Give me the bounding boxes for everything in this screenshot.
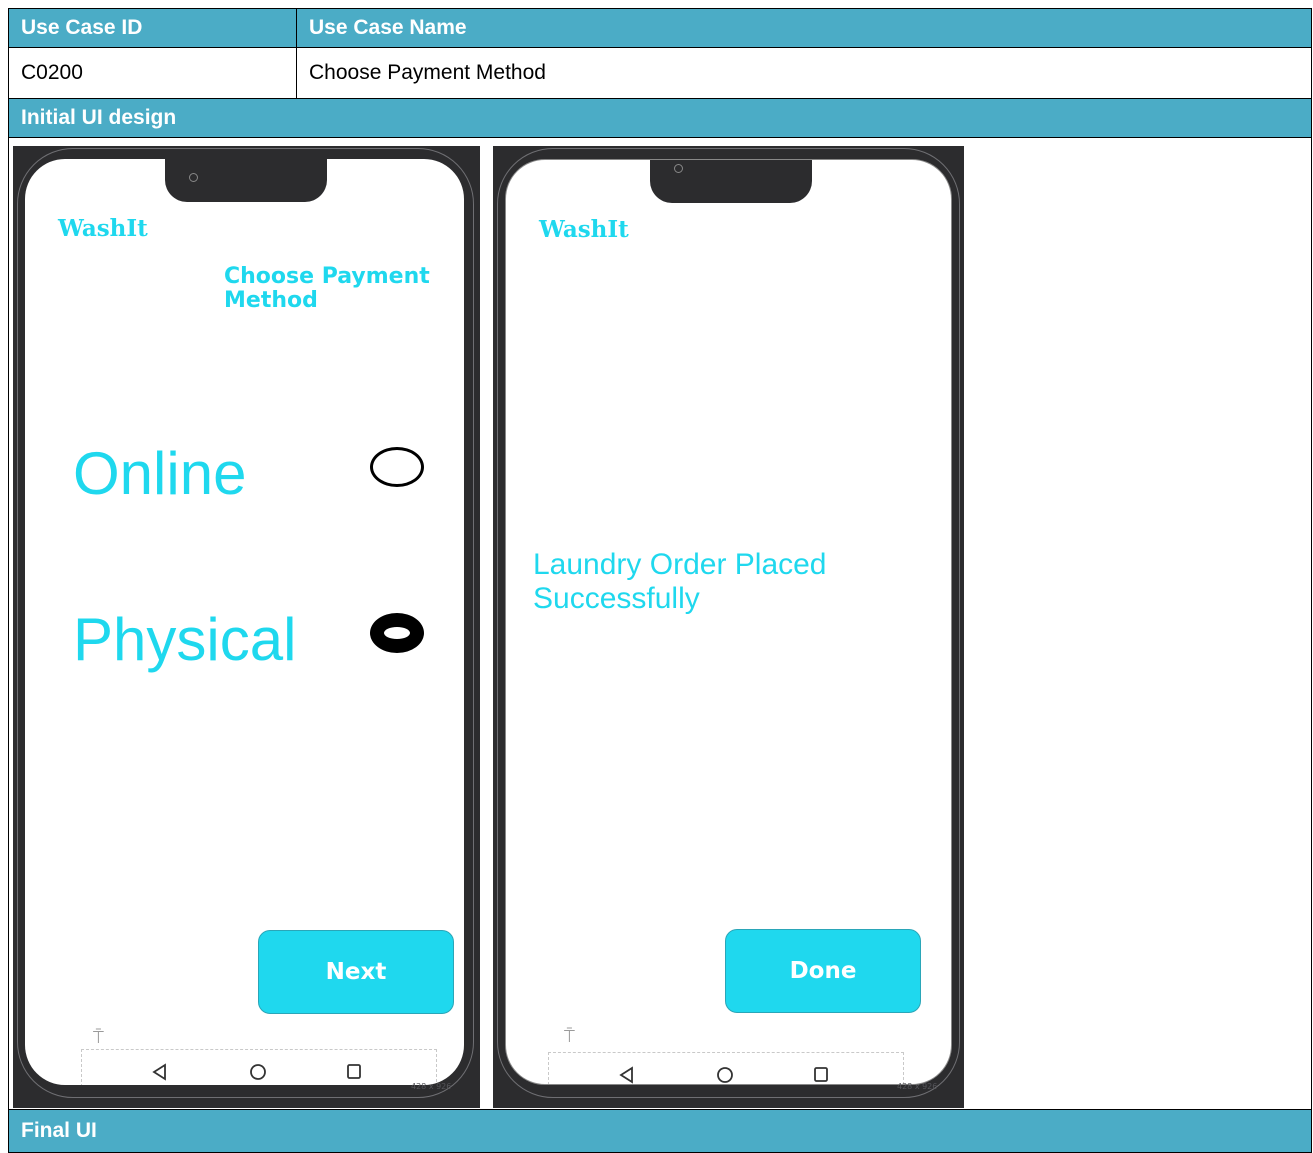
success-message: Laundry Order Placed Successfully bbox=[533, 548, 827, 616]
recents-square-icon[interactable] bbox=[346, 1063, 362, 1081]
brand-logo: WashIt bbox=[58, 215, 148, 242]
done-button[interactable]: Done bbox=[725, 929, 921, 1013]
initial-ui-header: Initial UI design bbox=[8, 98, 1312, 138]
success-message-line2: Successfully bbox=[533, 582, 700, 615]
size-label: 428 x 926 bbox=[897, 1082, 938, 1091]
use-case-document: Use Case ID Use Case Name C0200 Choose P… bbox=[8, 8, 1312, 1153]
use-case-name-value: Choose Payment Method bbox=[296, 48, 1311, 98]
android-nav-bar bbox=[548, 1052, 904, 1084]
mockup-order-placed: WashIt Laundry Order Placed Successfully… bbox=[493, 146, 964, 1108]
radio-selected-icon[interactable] bbox=[370, 613, 424, 653]
recents-square-icon[interactable] bbox=[813, 1066, 829, 1084]
phone-notch bbox=[650, 160, 812, 203]
page-title-line1: Choose Payment bbox=[224, 264, 430, 289]
size-label: 428 x 926 bbox=[411, 1082, 452, 1091]
back-triangle-icon[interactable] bbox=[619, 1066, 635, 1084]
success-message-line1: Laundry Order Placed bbox=[533, 548, 827, 581]
pin-icon: ⍑ bbox=[93, 1027, 104, 1047]
home-circle-icon[interactable] bbox=[716, 1066, 734, 1084]
page-title-line2: Method bbox=[224, 288, 318, 313]
use-case-id-value: C0200 bbox=[21, 61, 83, 84]
next-button[interactable]: Next bbox=[258, 930, 454, 1014]
initial-ui-images-cell: WashIt Choose Payment Method Online Phys… bbox=[8, 137, 1312, 1110]
page-title: Choose Payment Method bbox=[224, 265, 430, 313]
table-header-row: Use Case ID Use Case Name bbox=[8, 8, 1312, 48]
phone-screen: WashIt Laundry Order Placed Successfully… bbox=[505, 159, 952, 1085]
radio-empty-icon[interactable] bbox=[370, 447, 424, 487]
camera-icon bbox=[674, 164, 683, 173]
phone-notch bbox=[165, 159, 327, 202]
pin-icon: ⍑ bbox=[564, 1026, 575, 1046]
use-case-name-header: Use Case Name bbox=[296, 9, 1311, 47]
mockup-choose-payment: WashIt Choose Payment Method Online Phys… bbox=[13, 146, 480, 1108]
final-ui-header: Final UI bbox=[8, 1109, 1312, 1153]
use-case-id-header: Use Case ID bbox=[21, 16, 143, 39]
option-online-label: Online bbox=[73, 440, 247, 507]
option-physical-label: Physical bbox=[73, 606, 297, 673]
android-nav-bar bbox=[81, 1049, 437, 1085]
final-ui-label: Final UI bbox=[21, 1119, 97, 1142]
table-data-row: C0200 Choose Payment Method bbox=[8, 47, 1312, 99]
camera-icon bbox=[189, 173, 198, 182]
initial-ui-label: Initial UI design bbox=[21, 106, 177, 129]
back-triangle-icon[interactable] bbox=[152, 1063, 168, 1081]
home-circle-icon[interactable] bbox=[249, 1063, 267, 1081]
brand-logo: WashIt bbox=[539, 216, 629, 243]
phone-screen: WashIt Choose Payment Method Online Phys… bbox=[25, 159, 464, 1085]
